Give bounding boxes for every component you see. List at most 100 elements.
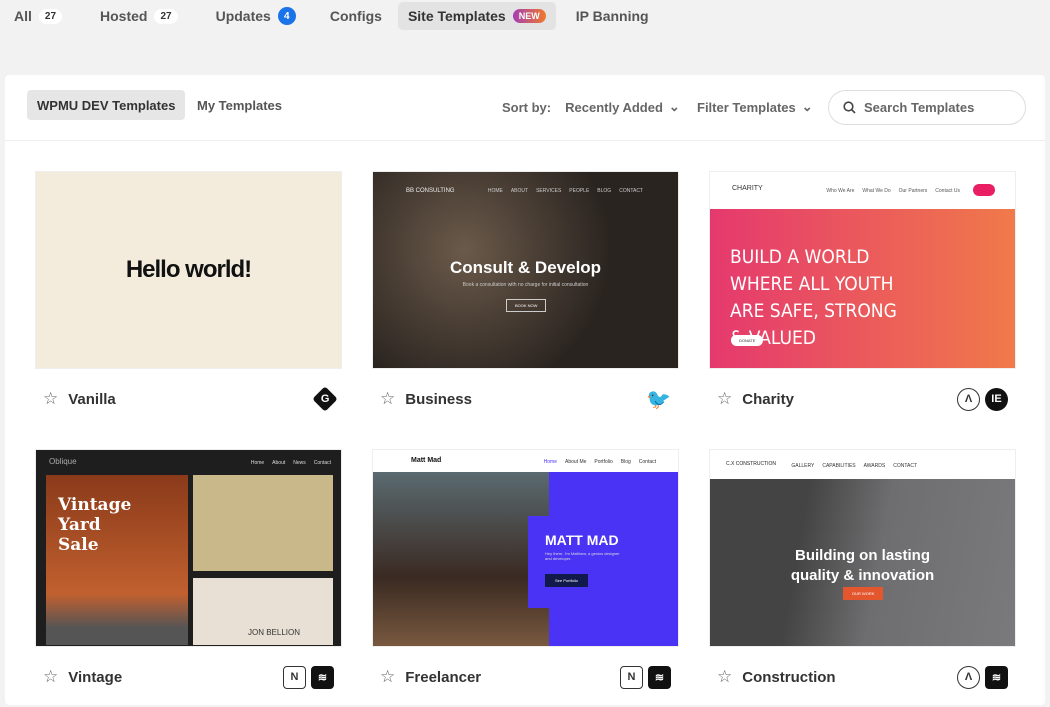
star-icon[interactable]: ☆ <box>43 667 58 687</box>
template-preview[interactable]: BB CONSULTING HOME ABOUT SERVICES PEOPLE BLO… <box>372 171 679 369</box>
tab-updates[interactable]: Updates 4 <box>206 2 306 30</box>
star-icon[interactable]: ☆ <box>717 667 732 687</box>
nav-link: About Me <box>565 459 587 465</box>
preview-brand: BB CONSULTING <box>406 188 455 194</box>
nav-link: Contact <box>313 460 331 466</box>
tab-label: Site Templates <box>407 8 506 24</box>
preview-cta: DONATE <box>731 335 764 346</box>
subtab-wpmu-templates[interactable]: WPMU DEV Templates <box>27 90 186 120</box>
nav-link: Portfolio <box>594 459 613 465</box>
tab-ip-banning[interactable]: IP Banning <box>566 2 659 30</box>
star-icon[interactable]: ☆ <box>380 667 395 687</box>
nav-link: CONTACT <box>893 463 917 469</box>
preview-brand: Matt Mad <box>411 457 442 464</box>
tab-configs[interactable]: Configs <box>320 2 392 30</box>
nav-link: Home <box>250 460 265 466</box>
nav-link: AWARDS <box>863 463 886 469</box>
nav-link: GALLERY <box>791 463 815 469</box>
template-card-business[interactable]: BB CONSULTING HOME ABOUT SERVICES PEOPLE BLO… <box>372 171 679 429</box>
template-title: Freelancer <box>405 668 482 686</box>
filter-dropdown[interactable]: Filter Templates ⌄ <box>697 99 813 115</box>
layers-icon: ≋ <box>311 665 334 689</box>
layers-icon: ≋ <box>985 665 1008 689</box>
nav-link: Blog <box>620 459 631 465</box>
template-card-vintage[interactable]: Oblique Home About News Contact Vintage Yar… <box>35 449 342 707</box>
preview-cta: OUR WORK <box>843 587 884 600</box>
sort-label: Sort by: <box>502 99 552 115</box>
preview-brand: Oblique <box>49 457 77 466</box>
neve-icon: N <box>283 665 306 689</box>
template-preview[interactable]: CHARITY Who We Are What We Do Our Partners… <box>709 171 1016 369</box>
template-card-construction[interactable]: C.X CONSTRUCTION GALLERY CAPABILITIES AWAR… <box>709 449 1016 707</box>
toolbar: WPMU DEV Templates My Templates Sort by:… <box>5 75 1045 141</box>
nav-link: Home <box>543 459 557 465</box>
nav-link: News <box>293 460 306 466</box>
template-preview[interactable]: Hello world! <box>35 171 342 369</box>
template-preview[interactable]: Matt Mad Home About Me Portfolio Blog Contac… <box>372 449 679 647</box>
preview-headline: Hello world! <box>125 256 252 283</box>
template-card-vanilla[interactable]: Hello world! ☆ Vanilla G <box>35 171 342 429</box>
gutenberg-icon: G <box>312 386 338 412</box>
nav-link: CAPABILITIES <box>822 463 856 469</box>
sort-dropdown[interactable]: Sort by: Recently Added ⌄ <box>502 99 680 115</box>
sort-value: Recently Added <box>565 99 663 115</box>
template-preview[interactable]: Oblique Home About News Contact Vintage Yar… <box>35 449 342 647</box>
star-icon[interactable]: ☆ <box>43 389 58 409</box>
preview-caption: JON BELLION <box>248 628 301 637</box>
preview-brand: C.X CONSTRUCTION <box>726 461 776 467</box>
template-title: Vintage <box>68 668 123 686</box>
tab-label: Hosted <box>100 8 148 24</box>
tab-label: Configs <box>329 8 382 24</box>
astra-icon: Λ <box>957 387 980 411</box>
top-tabs: All 27 Hosted 27 Updates 4 Configs Site Tem… <box>4 2 659 30</box>
chevron-down-icon: ⌄ <box>801 99 813 114</box>
nav-link: BLOG <box>597 188 612 194</box>
template-title: Business <box>405 390 472 408</box>
template-card-charity[interactable]: CHARITY Who We Are What We Do Our Partners… <box>709 171 1016 429</box>
elementor-icon: IE <box>985 387 1008 411</box>
count-badge: 4 <box>277 7 296 25</box>
nav-link: ABOUT <box>510 188 529 194</box>
tab-all[interactable]: All 27 <box>4 2 72 30</box>
nav-link: Contact Us <box>935 188 960 194</box>
astra-icon: Λ <box>957 665 980 689</box>
template-title: Charity <box>742 390 794 408</box>
template-title: Construction <box>742 668 836 686</box>
template-preview[interactable]: C.X CONSTRUCTION GALLERY CAPABILITIES AWAR… <box>709 449 1016 647</box>
nav-link: About <box>272 460 286 466</box>
preview-headline: Vintage Yard Sale <box>58 495 132 555</box>
tab-label: All <box>14 8 32 24</box>
preview-cta: BOOK NOW <box>506 299 547 312</box>
tab-label: Updates <box>215 8 271 24</box>
nav-link: CONTACT <box>619 188 643 194</box>
preview-headline: MATT MAD <box>545 532 619 548</box>
nav-link: Who We Are <box>826 188 855 194</box>
star-icon[interactable]: ☆ <box>380 389 395 409</box>
nav-link: Contact <box>638 459 656 465</box>
new-badge: NEW <box>512 9 546 23</box>
search-placeholder: Search Templates <box>864 100 975 115</box>
template-title: Vanilla <box>68 390 116 408</box>
nav-link: SERVICES <box>536 188 562 194</box>
count-badge: 27 <box>154 8 178 24</box>
filter-label: Filter Templates <box>697 99 796 115</box>
star-icon[interactable]: ☆ <box>717 389 732 409</box>
template-card-freelancer[interactable]: Matt Mad Home About Me Portfolio Blog Contac… <box>372 449 679 707</box>
subtab-my-templates[interactable]: My Templates <box>187 90 292 120</box>
preview-sub: Hey there, I'm Matthew, a genius designe… <box>545 551 620 561</box>
count-badge: 27 <box>38 8 63 24</box>
chevron-down-icon: ⌄ <box>668 99 680 114</box>
tab-site-templates[interactable]: Site Templates NEW <box>397 2 556 30</box>
nav-link: HOME <box>487 188 503 194</box>
preview-sub: Book a consultation with no charge for i… <box>462 282 589 288</box>
preview-brand: CHARITY <box>732 185 763 192</box>
hummingbird-icon: 🐦 <box>646 388 671 411</box>
search-icon <box>843 101 856 114</box>
neve-icon: N <box>620 665 643 689</box>
nav-link: Our Partners <box>898 188 928 194</box>
preview-cta: See Portfolio <box>545 574 588 587</box>
search-input[interactable]: Search Templates <box>828 90 1026 125</box>
tab-hosted[interactable]: Hosted 27 <box>90 2 188 30</box>
preview-headline: Building on lasting quality & innovation <box>790 547 935 584</box>
layers-icon: ≋ <box>648 665 671 689</box>
